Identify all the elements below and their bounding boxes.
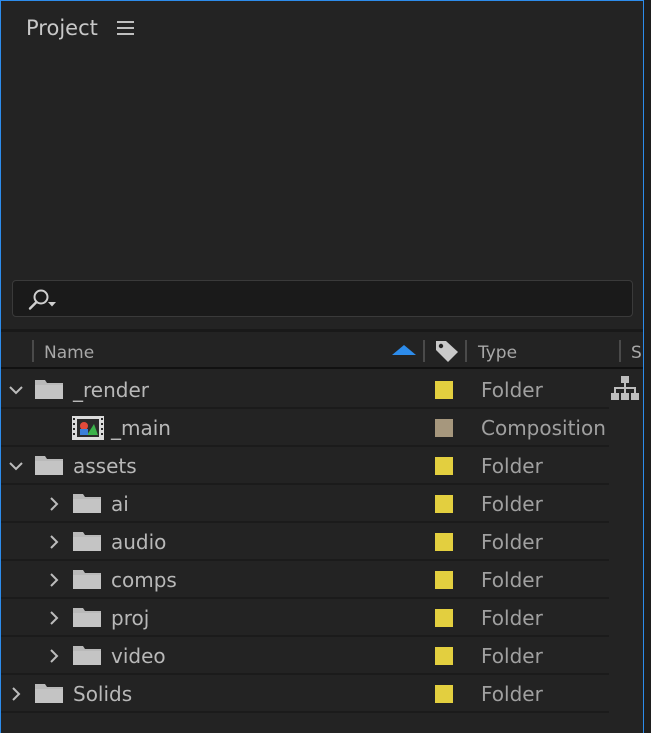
label-color-swatch[interactable] [435, 647, 453, 665]
item-type: Folder [481, 568, 543, 592]
item-name: _render [73, 378, 149, 402]
folder-row[interactable]: Solids Folder [1, 675, 609, 713]
label-color-swatch[interactable] [435, 685, 453, 703]
folder-row[interactable]: assets Folder [1, 447, 609, 485]
project-panel: Project Name Type S _render Folder _main… [0, 0, 651, 733]
item-name: comps [111, 568, 177, 592]
folder-icon [73, 646, 101, 665]
folder-row[interactable]: ai Folder [1, 485, 609, 523]
folder-icon [73, 532, 101, 551]
column-separator[interactable] [32, 340, 34, 362]
item-type: Folder [481, 682, 543, 706]
label-color-swatch[interactable] [435, 533, 453, 551]
item-name: video [111, 644, 166, 668]
chevron-right-icon[interactable] [44, 532, 64, 552]
chevron-down-icon[interactable] [6, 456, 26, 476]
chevron-right-icon[interactable] [44, 608, 64, 628]
item-type: Composition [481, 416, 606, 440]
folder-row[interactable]: comps Folder [1, 561, 609, 599]
item-name: audio [111, 530, 167, 554]
composition-icon [72, 416, 104, 440]
item-type: Folder [481, 454, 543, 478]
search-input[interactable] [71, 286, 621, 312]
folder-row[interactable]: proj Folder [1, 599, 609, 637]
column-separator[interactable] [619, 340, 621, 362]
item-type: Folder [481, 492, 543, 516]
folder-icon [73, 570, 101, 589]
search-field[interactable] [12, 280, 633, 317]
column-separator[interactable] [423, 340, 425, 362]
label-color-swatch[interactable] [435, 495, 453, 513]
folder-row[interactable]: _render Folder [1, 371, 609, 409]
item-name: proj [111, 606, 150, 630]
label-color-swatch[interactable] [435, 419, 453, 437]
panel-title[interactable]: Project [26, 16, 98, 40]
column-name-header[interactable]: Name [44, 343, 94, 363]
composition-row[interactable]: _main Composition [1, 409, 609, 447]
column-header: Name Type S [1, 332, 643, 369]
folder-icon [35, 380, 63, 399]
chevron-right-icon[interactable] [6, 684, 26, 704]
flowchart-icon[interactable] [611, 375, 639, 401]
column-separator[interactable] [465, 340, 467, 362]
chevron-right-icon[interactable] [44, 570, 64, 590]
item-type: Folder [481, 378, 543, 402]
folder-icon [73, 494, 101, 513]
label-color-swatch[interactable] [435, 381, 453, 399]
search-dropdown-icon[interactable] [25, 287, 65, 313]
sort-ascending-icon[interactable] [392, 345, 416, 355]
item-name: Solids [73, 682, 133, 706]
hamburger-menu-icon[interactable] [117, 21, 134, 36]
label-color-swatch[interactable] [435, 457, 453, 475]
column-type-header[interactable]: Type [478, 343, 517, 363]
item-type: Folder [481, 530, 543, 554]
preview-area [1, 60, 643, 278]
item-type: Folder [481, 644, 543, 668]
item-name: ai [111, 492, 129, 516]
panel-edge [644, 0, 651, 733]
column-next-header[interactable]: S [631, 343, 642, 363]
panel-header: Project [0, 0, 644, 60]
chevron-down-icon[interactable] [6, 380, 26, 400]
item-name: assets [73, 454, 137, 478]
item-type: Folder [481, 606, 543, 630]
chevron-right-icon[interactable] [44, 494, 64, 514]
folder-row[interactable]: audio Folder [1, 523, 609, 561]
folder-icon [73, 608, 101, 627]
label-color-swatch[interactable] [435, 609, 453, 627]
folder-row[interactable]: video Folder [1, 637, 609, 675]
label-color-swatch[interactable] [435, 571, 453, 589]
chevron-right-icon[interactable] [44, 646, 64, 666]
tag-icon[interactable] [434, 338, 460, 364]
folder-icon [35, 456, 63, 475]
folder-icon [35, 684, 63, 703]
item-name: _main [111, 416, 171, 440]
